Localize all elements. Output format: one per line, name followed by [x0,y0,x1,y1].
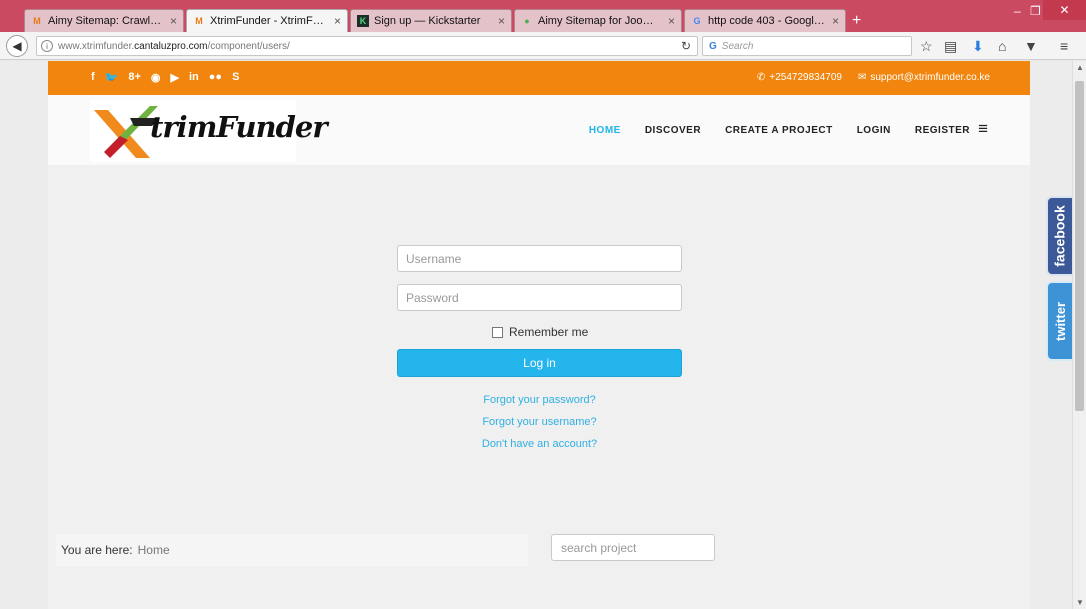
tab-title: Aimy Sitemap for Joomla! ... [538,15,662,27]
window-close-button[interactable]: ✕ [1043,0,1086,20]
nav-discover[interactable]: DISCOVER [645,125,701,136]
search-engine-icon[interactable]: G [709,41,717,52]
google-plus-icon[interactable]: 8+ [128,71,141,84]
close-tab-icon[interactable]: × [334,14,341,28]
remember-me-row[interactable]: Remember me [492,325,588,339]
tab-title: http code 403 - Google Se... [708,15,826,27]
nav-register[interactable]: REGISTER [915,125,970,136]
username-input[interactable]: Username [397,245,682,272]
twitter-icon[interactable]: 🐦 [105,71,119,84]
close-tab-icon[interactable]: × [498,14,505,28]
search-placeholder: Search [721,40,754,52]
tab-google-search[interactable]: G http code 403 - Google Se... × [684,9,846,32]
site-logo[interactable]: trimFunder [90,100,328,162]
social-links: f 🐦 8+ ◉ ▶ in ●● S [91,71,239,84]
site-header: trimFunder HOME DISCOVER CREATE A PROJEC… [48,95,1030,165]
bookmark-star-icon[interactable]: ☆ [920,38,933,55]
nav-login[interactable]: LOGIN [857,125,891,136]
reload-icon[interactable]: ↻ [681,39,691,53]
reading-list-icon[interactable]: ▤ [944,38,957,55]
remember-me-checkbox[interactable] [492,326,503,338]
new-tab-button[interactable]: + [852,12,861,30]
forgot-username-link[interactable]: Forgot your username? [397,416,682,428]
browser-tab-bar: M Aimy Sitemap: Crawl Web... × M XtrimFu… [0,0,1086,32]
menu-icon[interactable]: ≡ [1060,38,1068,54]
forgot-password-link[interactable]: Forgot your password? [397,394,682,406]
back-button[interactable]: ◀ [6,35,28,57]
tab-xtrimfunder[interactable]: M XtrimFunder - XtrimFunder × [186,9,348,32]
close-tab-icon[interactable]: × [668,14,675,28]
facebook-side-label: facebook [1052,205,1068,267]
scroll-up-icon[interactable]: ▲ [1076,63,1084,72]
search-project-input[interactable]: search project [551,534,715,561]
nav-create-project[interactable]: CREATE A PROJECT [725,125,833,136]
linkedin-icon[interactable]: in [189,71,199,84]
main-navigation: HOME DISCOVER CREATE A PROJECT LOGIN REG… [589,125,970,136]
breadcrumb-prefix: You are here: [61,543,133,557]
pocket-icon[interactable]: ▼ [1024,38,1038,54]
hamburger-menu-icon[interactable]: ≡ [978,119,988,139]
back-arrow-icon: ◀ [12,39,22,53]
home-icon[interactable]: ⌂ [998,38,1006,54]
pinterest-icon[interactable]: ◉ [151,71,161,84]
logo-text: trimFunder [150,110,328,144]
aimy-joomla-favicon-icon: ● [524,16,530,26]
site-container: f 🐦 8+ ◉ ▶ in ●● S ✆ +254729834709 ✉ suppo… [48,61,1030,609]
close-tab-icon[interactable]: × [170,14,177,28]
browser-search-input[interactable]: G Search [702,36,912,56]
scrollbar-thumb[interactable] [1075,81,1084,411]
scroll-down-icon[interactable]: ▼ [1076,598,1084,607]
twitter-side-label: twitter [1052,301,1068,341]
remember-me-label: Remember me [509,325,589,339]
kickstarter-favicon-icon: K [357,15,369,27]
restore-icon[interactable]: ❐ [1030,4,1041,18]
close-tab-icon[interactable]: × [832,14,839,28]
page-viewport: f 🐦 8+ ◉ ▶ in ●● S ✆ +254729834709 ✉ suppo… [0,61,1072,609]
phone-icon: ✆ [756,72,766,83]
browser-nav-bar: ◀ i www.xtrimfunder. cantaluzpro.com/comp… [0,32,1086,60]
envelope-icon: ✉ [857,72,867,83]
youtube-icon[interactable]: ▶ [171,71,179,84]
tab-title: XtrimFunder - XtrimFunder [210,15,328,27]
tab-aimy-sitemap-joomla[interactable]: ● Aimy Sitemap for Joomla! ... × [514,9,682,32]
facebook-side-tab[interactable]: facebook [1046,196,1072,276]
url-domain: cantaluzpro.com [134,40,208,52]
search-project-placeholder: search project [561,540,637,555]
tab-kickstarter-signup[interactable]: K Sign up — Kickstarter × [350,9,512,32]
twitter-side-tab[interactable]: twitter [1046,281,1072,361]
breadcrumb-home[interactable]: Home [138,543,170,557]
phone-contact[interactable]: ✆ +254729834709 [757,72,842,83]
email-address: support@xtrimfunder.co.ke [870,72,990,83]
xtrimfunder-favicon-icon: M [195,16,203,26]
nav-home[interactable]: HOME [589,125,621,136]
minimize-icon[interactable]: – [1014,4,1021,18]
address-bar[interactable]: i www.xtrimfunder. cantaluzpro.com/compon… [36,36,698,56]
flickr-icon[interactable]: ●● [209,71,222,84]
downloads-icon[interactable]: ⬇ [972,38,984,55]
breadcrumb: You are here: Home [56,534,528,566]
page-scrollbar[interactable]: ▲ ▼ [1072,61,1086,609]
tab-aimy-sitemap-crawl[interactable]: M Aimy Sitemap: Crawl Web... × [24,9,184,32]
contact-info: ✆ +254729834709 ✉ support@xtrimfunder.co.k… [757,72,990,83]
url-prefix: www.xtrimfunder. [58,40,135,52]
password-input[interactable]: Password [397,284,682,311]
skype-icon[interactable]: S [232,71,239,84]
email-contact[interactable]: ✉ support@xtrimfunder.co.ke [858,72,990,83]
no-account-link[interactable]: Don't have an account? [397,438,682,450]
phone-number: +254729834709 [769,72,842,83]
aimy-favicon-icon: M [33,16,41,26]
facebook-icon[interactable]: f [91,71,95,84]
username-placeholder: Username [406,251,462,266]
info-icon[interactable]: i [41,40,53,52]
tab-title: Aimy Sitemap: Crawl Web... [48,15,164,27]
url-path: /component/users/ [207,40,290,52]
password-placeholder: Password [406,290,459,305]
google-favicon-icon: G [693,16,701,26]
tab-title: Sign up — Kickstarter [374,15,481,27]
login-button[interactable]: Log in [397,349,682,377]
top-contact-strip: f 🐦 8+ ◉ ▶ in ●● S ✆ +254729834709 ✉ suppo… [48,61,1030,95]
